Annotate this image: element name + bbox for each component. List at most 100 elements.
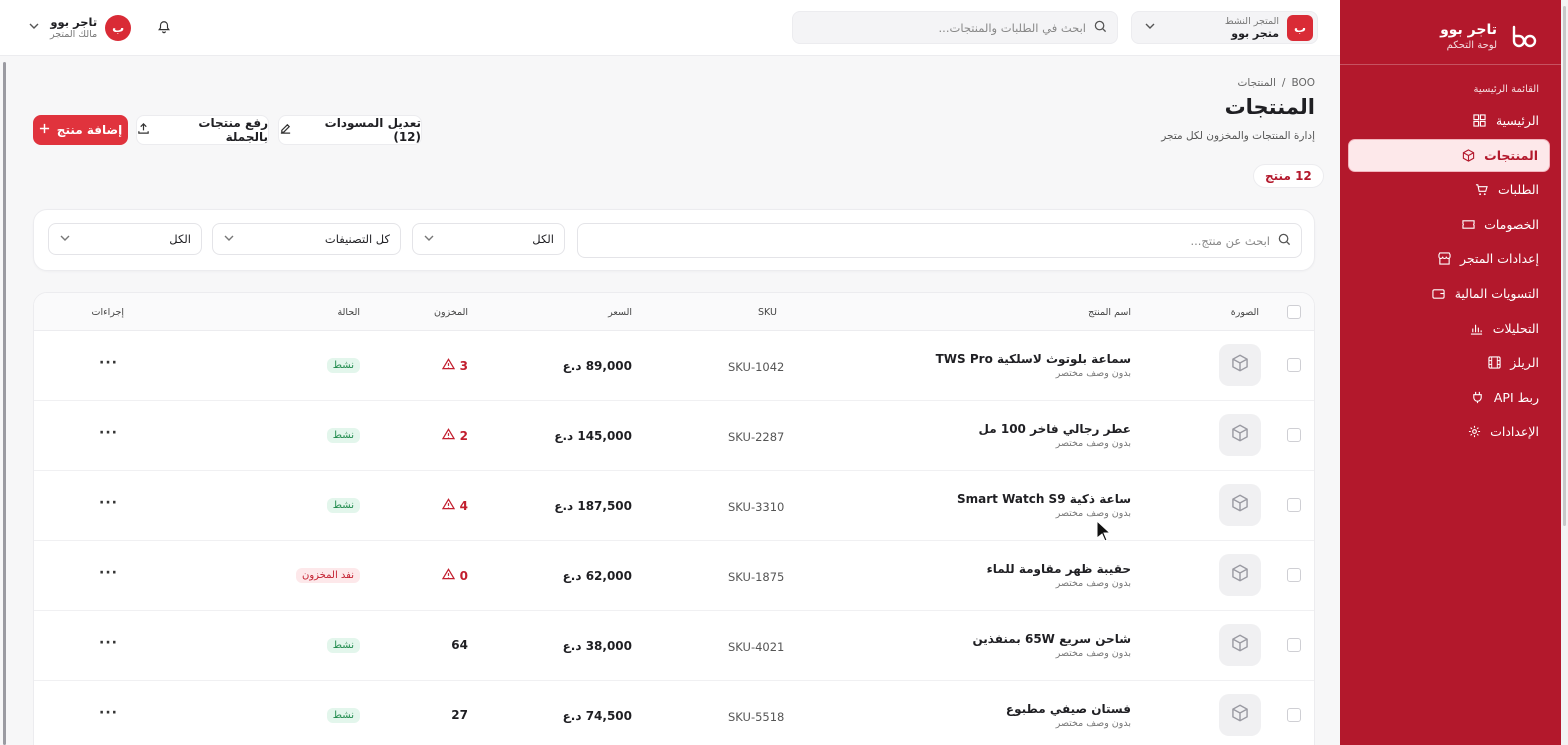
product-search-input[interactable] (610, 233, 1270, 248)
page-scrollbar[interactable] (0, 58, 8, 745)
row-checkbox[interactable] (1287, 638, 1301, 652)
stock-value: 27 (451, 708, 468, 722)
breadcrumb-separator: / (1281, 77, 1286, 89)
top-bar: تاجر بوو مالك المتجر ب المتجر النشط متجر… (0, 0, 1340, 56)
cart-icon (1475, 183, 1489, 197)
sidebar-item-7[interactable]: الريلز (1348, 346, 1550, 379)
category-select[interactable]: كل التصنيفات (212, 223, 401, 255)
sidebar-item-1[interactable]: المنتجات (1348, 138, 1550, 172)
product-sku: SKU-2287 (728, 430, 785, 444)
product-description: بدون وصف مختصر (1055, 648, 1131, 659)
sidebar-item-0[interactable]: الرئيسية (1348, 104, 1550, 137)
product-stock: 27 (451, 708, 468, 722)
chevron-down-icon (1144, 20, 1156, 35)
product-image[interactable] (1219, 344, 1261, 386)
stock-value: 4 (459, 498, 468, 513)
user-menu[interactable]: تاجر بوو مالك المتجر ب (28, 11, 132, 44)
sidebar-nav: الرئيسية المنتجات الطلبات الخصومات إعدادات ا… (1348, 104, 1550, 450)
bulk-upload-label: رفع منتجات بالجملة (198, 116, 268, 144)
breadcrumb: BOO / المنتجات (1238, 77, 1316, 89)
table-row[interactable]: فستان صيفي مطبوع بدون وصف مختصر SKU-5518 74… (34, 681, 1314, 745)
product-price: 145,000 د.ع (554, 429, 632, 443)
table-row[interactable]: عطر رجالي فاخر 100 مل بدون وصف مختصر SKU-2… (34, 401, 1314, 471)
table-row[interactable]: حقيبة ظهر مقاومة للماء بدون وصف مختصر SKU-… (34, 541, 1314, 611)
product-price: 89,000 د.ع (562, 359, 632, 373)
sidebar-item-label: الخصومات (1484, 216, 1539, 232)
more-actions-button[interactable]: ··· (99, 355, 118, 371)
sidebar: تاجر بوو لوحة التحكم القائمة الرئيسية ال… (1340, 0, 1561, 745)
sidebar-scrollbar[interactable] (1561, 0, 1568, 745)
select-all-checkbox[interactable] (1287, 305, 1301, 319)
stock-select-value: الكل (169, 232, 191, 246)
row-checkbox[interactable] (1287, 358, 1301, 372)
sidebar-item-4[interactable]: إعدادات المتجر (1348, 242, 1550, 275)
row-checkbox[interactable] (1287, 428, 1301, 442)
add-product-label: إضافة منتج (56, 123, 123, 137)
bulk-upload-button[interactable]: رفع منتجات بالجملة (136, 115, 269, 145)
user-name: تاجر بوو (50, 15, 98, 29)
stock-value: 64 (451, 638, 468, 652)
product-sku: SKU-4021 (728, 640, 785, 654)
sidebar-item-6[interactable]: التحليلات (1348, 312, 1550, 345)
header-price: السعر (608, 307, 632, 318)
more-actions-button[interactable]: ··· (99, 425, 118, 441)
sidebar-item-5[interactable]: التسويات المالية (1348, 277, 1550, 310)
sidebar-item-label: ربط API (1493, 389, 1539, 405)
breadcrumb-root[interactable]: BOO (1291, 77, 1315, 89)
dashboard-icon (1473, 114, 1487, 128)
product-name[interactable]: شاحن سريع 65W بمنفذين (972, 632, 1131, 646)
product-name[interactable]: ساعة ذكية Smart Watch S9 (957, 492, 1131, 506)
product-image[interactable] (1219, 694, 1261, 736)
product-image[interactable] (1219, 554, 1261, 596)
product-description: بدون وصف مختصر (1055, 368, 1131, 379)
brand-subtitle: لوحة التحكم (1446, 39, 1497, 51)
status-select[interactable]: الكل (412, 223, 565, 255)
breadcrumb-current: المنتجات (1237, 77, 1276, 89)
sidebar-item-2[interactable]: الطلبات (1348, 173, 1550, 206)
product-image[interactable] (1219, 414, 1261, 456)
box-icon (1231, 494, 1249, 516)
store-label: المتجر النشط (1224, 15, 1279, 27)
sidebar-item-label: الريلز (1510, 355, 1539, 371)
product-image[interactable] (1219, 624, 1261, 666)
search-icon (1278, 231, 1291, 250)
product-name[interactable]: فستان صيفي مطبوع (1006, 702, 1131, 716)
product-search[interactable] (577, 223, 1302, 258)
row-checkbox[interactable] (1287, 568, 1301, 582)
more-actions-button[interactable]: ··· (99, 705, 118, 721)
product-name[interactable]: عطر رجالي فاخر 100 مل (979, 422, 1131, 436)
sidebar-item-label: الطلبات (1497, 182, 1539, 198)
table-row[interactable]: شاحن سريع 65W بمنفذين بدون وصف مختصر SKU-4… (34, 611, 1314, 681)
sidebar-item-label: الإعدادات (1490, 424, 1539, 440)
edit-icon (279, 122, 292, 138)
header-stock: المخزون (434, 307, 468, 318)
stock-select[interactable]: الكل (48, 223, 202, 255)
more-actions-button[interactable]: ··· (99, 565, 118, 581)
product-name[interactable]: سماعة بلوتوث لاسلكية TWS Pro (936, 352, 1131, 366)
product-name[interactable]: حقيبة ظهر مقاومة للماء (987, 562, 1131, 576)
products-table: الصورة اسم المنتج SKU السعر المخزون الحا… (33, 292, 1315, 745)
sidebar-item-9[interactable]: الإعدادات (1348, 415, 1550, 448)
store-switcher[interactable]: المتجر النشط متجر بوو ب (1131, 11, 1318, 44)
product-image[interactable] (1219, 484, 1261, 526)
status-badge: نفد المخزون (295, 568, 360, 583)
more-actions-button[interactable]: ··· (99, 635, 118, 651)
warning-icon (441, 358, 455, 373)
sidebar-item-3[interactable]: الخصومات (1348, 208, 1550, 241)
box-icon (1231, 424, 1249, 446)
chevron-down-icon (28, 20, 42, 35)
bell-icon[interactable] (154, 17, 174, 37)
global-search-input[interactable] (816, 20, 1086, 35)
more-actions-button[interactable]: ··· (99, 495, 118, 511)
edit-drafts-button[interactable]: تعديل المسودات (12) (278, 115, 422, 145)
sidebar-item-8[interactable]: ربط API (1348, 381, 1550, 414)
row-checkbox[interactable] (1287, 498, 1301, 512)
row-checkbox[interactable] (1287, 708, 1301, 722)
add-product-button[interactable]: إضافة منتج (33, 115, 128, 145)
search-icon (1094, 18, 1107, 37)
table-row[interactable]: سماعة بلوتوث لاسلكية TWS Pro بدون وصف مخت… (34, 331, 1314, 401)
table-row[interactable]: ساعة ذكية Smart Watch S9 بدون وصف مختصر SK… (34, 471, 1314, 541)
global-search[interactable] (792, 11, 1118, 44)
status-badge: نشط (326, 428, 360, 443)
product-description: بدون وصف مختصر (1055, 578, 1131, 589)
